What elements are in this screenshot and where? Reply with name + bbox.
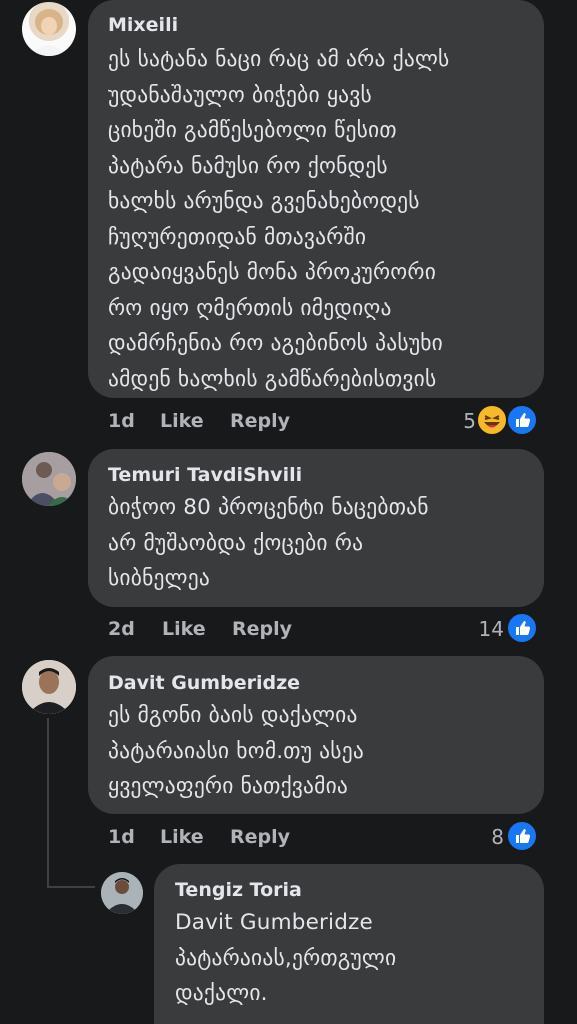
reply-button[interactable]: Reply [230,410,290,432]
like-button[interactable]: Like [162,618,206,640]
avatar[interactable] [22,660,76,714]
like-icon [506,820,538,852]
reaction-count[interactable]: 5 [452,409,476,433]
reaction-count[interactable]: 14 [470,617,504,641]
reply-thread-line [47,718,49,888]
like-icon [506,404,538,436]
avatar-image [22,452,76,506]
reaction-count[interactable]: 8 [480,825,504,849]
like-button[interactable]: Like [160,410,204,432]
avatar-image [32,9,66,56]
comment-text: Davit Gumberidze პატარაიას,ერთგული დაქალ… [175,910,397,1006]
comment-text: ეს სატანა ნაცი რაც ამ არა ქალს უდანაშაულ… [108,47,450,392]
comment-text: ეს მგონი ბაის დაქალია პატარაიასი ხომ.თუ … [108,703,364,799]
haha-icon [476,404,508,436]
like-button[interactable]: Like [160,826,204,848]
comment-author[interactable]: Davit Gumberidze [108,672,300,694]
comment-author[interactable]: Temuri TavdiShvili [108,464,302,486]
comment-time[interactable]: 2d [108,618,135,640]
comment-time[interactable]: 1d [108,410,135,432]
comment-author[interactable]: Tengiz Toria [175,879,302,901]
reply-button[interactable]: Reply [232,618,292,640]
comment-author[interactable]: Mixeili [108,14,178,36]
reply-button[interactable]: Reply [230,826,290,848]
avatar[interactable] [22,2,76,56]
comment-text: ბიჭოო 80 პროცენტი ნაცებთან არ მუშაობდა ქ… [108,495,429,591]
avatar[interactable] [22,452,76,506]
like-icon [506,612,538,644]
avatar-image [101,872,143,914]
comment-time[interactable]: 1d [108,826,135,848]
avatar-image [22,660,76,714]
reply-thread-branch [47,886,95,888]
avatar[interactable] [101,872,143,914]
